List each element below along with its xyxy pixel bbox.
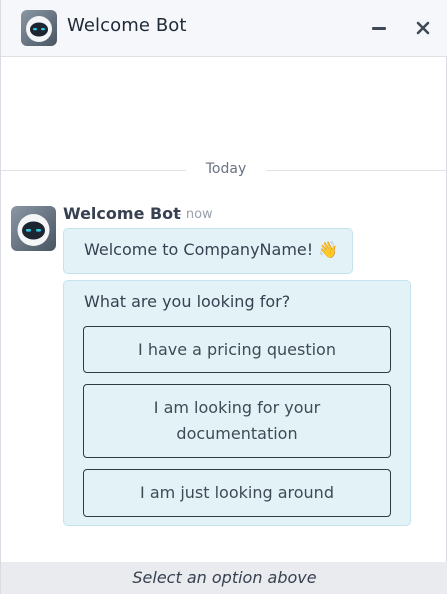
bot-avatar — [11, 206, 56, 251]
welcome-message-text: Welcome to CompanyName! 👋 — [84, 240, 339, 259]
separator-line — [266, 170, 447, 171]
welcome-message-bubble: Welcome to CompanyName! 👋 — [63, 228, 353, 274]
robot-avatar-icon — [21, 10, 57, 46]
chat-header: Welcome Bot — [1, 0, 447, 57]
close-button[interactable] — [411, 16, 435, 40]
minimize-button[interactable] — [367, 18, 391, 38]
footer-hint: Select an option above — [132, 568, 317, 587]
message-timestamp: - now — [177, 207, 213, 222]
minimize-icon — [372, 26, 386, 30]
question-message-bubble: What are you looking for? I have a prici… — [63, 280, 411, 526]
message-author: Welcome Bot — [63, 204, 181, 223]
chat-title: Welcome Bot — [67, 15, 187, 36]
composer-footer: Select an option above — [1, 562, 447, 594]
date-separator: Today — [1, 159, 447, 181]
chat-window: Welcome Bot Today Welcome Bot - now Welc… — [0, 0, 447, 594]
option-looking-around-button[interactable]: I am just looking around — [83, 469, 391, 517]
option-documentation-button[interactable]: I am looking for your documentation — [83, 384, 391, 458]
question-text: What are you looking for? — [84, 292, 291, 311]
close-icon — [416, 21, 430, 35]
date-label: Today — [205, 161, 247, 177]
robot-avatar-icon — [11, 206, 56, 251]
option-pricing-button[interactable]: I have a pricing question — [83, 326, 391, 373]
separator-line — [1, 170, 186, 171]
